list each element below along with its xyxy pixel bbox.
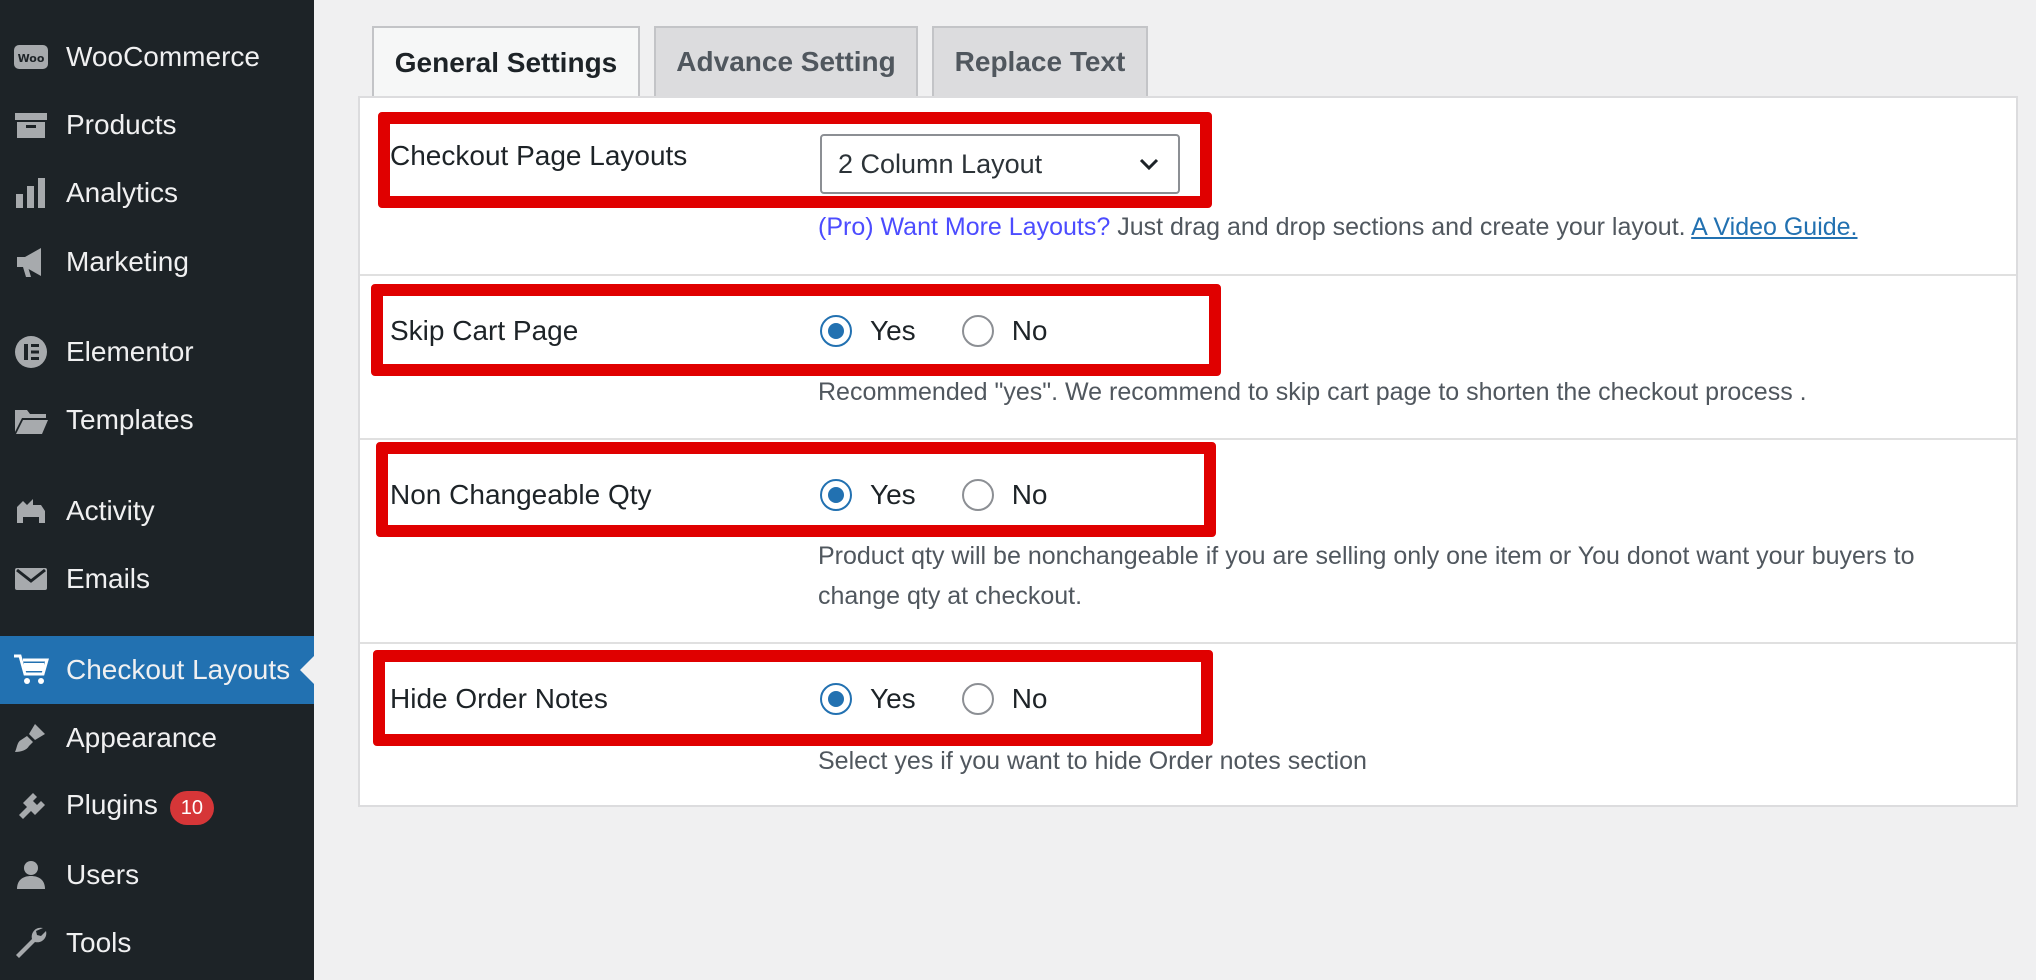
sidebar-item-marketing[interactable]: Marketing (0, 234, 314, 290)
highlight-box (376, 442, 1216, 537)
sidebar-item-label: Products (66, 109, 177, 140)
hide-order-notes-description: Select yes if you want to hide Order not… (818, 747, 1367, 775)
woo-icon: Woo (12, 38, 50, 76)
archive-icon (12, 106, 50, 144)
highlight-box (371, 284, 1221, 376)
activity-icon (12, 492, 50, 530)
layouts-description: (Pro) Want More Layouts? Just drag and d… (818, 207, 1858, 247)
sidebar-item-label: Tools (66, 927, 132, 958)
megaphone-icon (12, 243, 50, 281)
video-guide-link[interactable]: A Video Guide. (1691, 213, 1857, 241)
sidebar-item-label: Elementor (66, 336, 194, 367)
sidebar-item-label: Templates (66, 404, 194, 435)
sidebar-item-users[interactable]: Users (0, 847, 314, 903)
sidebar-item-label: Users (66, 859, 140, 890)
sidebar-item-checkout-layouts[interactable]: Checkout Layouts (0, 636, 314, 704)
user-icon (12, 856, 50, 894)
sidebar-item-activity[interactable]: Activity (0, 483, 314, 539)
bar-chart-icon (12, 174, 50, 212)
brush-icon (12, 719, 50, 757)
folder-icon (12, 401, 50, 439)
sidebar-item-label: Appearance (66, 722, 218, 753)
sidebar-item-label: Plugins (66, 788, 158, 820)
row-divider (360, 274, 2016, 276)
sidebar-item-woocommerce[interactable]: Woo WooCommerce (0, 29, 314, 85)
elementor-icon (12, 333, 50, 371)
svg-text:Woo: Woo (18, 52, 45, 65)
envelope-icon (12, 560, 50, 598)
sidebar-item-plugins[interactable]: Plugins 10 (0, 779, 314, 835)
sidebar-item-analytics[interactable]: Analytics (0, 165, 314, 221)
current-menu-arrow (300, 656, 314, 684)
cart-icon (12, 651, 50, 689)
sidebar-item-emails[interactable]: Emails (0, 551, 314, 607)
pro-layouts-link[interactable]: (Pro) Want More Layouts? (818, 213, 1110, 241)
settings-panel: Checkout Page Layouts 2 Column Layout (P… (358, 96, 2018, 807)
skip-cart-description: Recommended "yes". We recommend to skip … (818, 378, 1807, 406)
sidebar-item-label: Emails (66, 563, 151, 594)
sidebar-item-label: Activity (66, 495, 155, 526)
admin-sidebar: Woo WooCommerce Products Analytics Marke… (0, 0, 314, 980)
update-count-badge: 10 (169, 791, 214, 826)
wrench-icon (12, 924, 50, 962)
sidebar-item-label: Analytics (66, 177, 179, 208)
sidebar-item-tools[interactable]: Tools (0, 915, 314, 971)
highlight-box (373, 650, 1213, 746)
row-divider (360, 642, 2016, 644)
plug-icon (12, 788, 50, 826)
sidebar-item-elementor[interactable]: Elementor (0, 324, 314, 380)
sidebar-item-label: WooCommerce (66, 41, 260, 72)
sidebar-item-templates[interactable]: Templates (0, 392, 314, 448)
sidebar-item-label: Marketing (66, 246, 189, 277)
tab-general-settings[interactable]: General Settings (372, 26, 640, 100)
layouts-desc-text: Just drag and drop sections and create y… (1110, 213, 1692, 241)
sidebar-item-label: Checkout Layouts (66, 654, 291, 685)
sidebar-item-appearance[interactable]: Appearance (0, 710, 314, 766)
tab-advance-setting[interactable]: Advance Setting (654, 26, 918, 98)
highlight-box (378, 112, 1212, 208)
tab-replace-text[interactable]: Replace Text (932, 26, 1148, 98)
row-divider (360, 438, 2016, 440)
sidebar-item-products[interactable]: Products (0, 97, 314, 153)
non-changeable-qty-description: Product qty will be nonchangeable if you… (818, 542, 1915, 610)
